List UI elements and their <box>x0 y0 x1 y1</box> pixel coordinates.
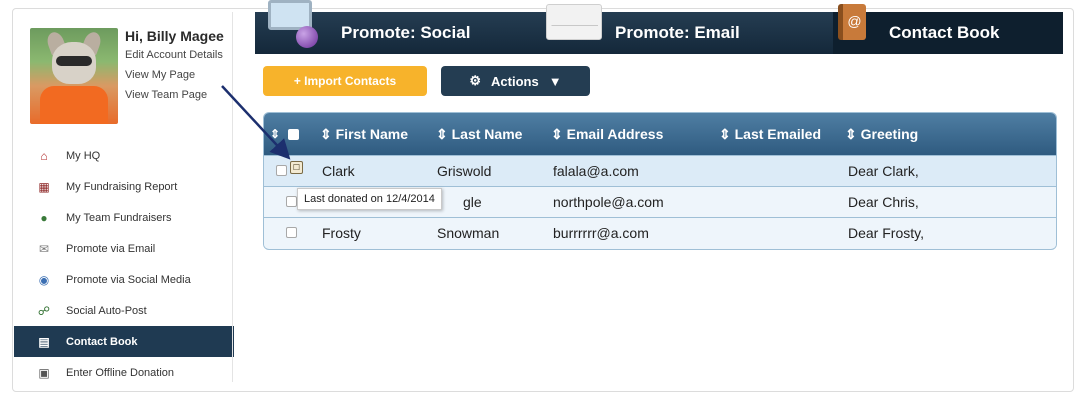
tab-label: Promote: Email <box>615 23 740 42</box>
table-row[interactable]: Frosty Snowman burrrrrr@a.com Dear Frost… <box>264 217 1056 248</box>
house-icon: ⌂ <box>40 148 48 163</box>
column-header-greeting[interactable]: ⇕ Greeting <box>845 113 918 155</box>
sidebar-item-label: Enter Offline Donation <box>66 366 175 379</box>
column-header-label: Last Name <box>451 126 523 142</box>
sidebar-item-fundraising-report[interactable]: ▦ My Fundraising Report <box>14 171 234 202</box>
sidebar-item-label: Promote via Social Media <box>66 273 191 286</box>
tab-promote-social[interactable]: Promote: Social <box>341 12 541 54</box>
sidebar-item-contact-book[interactable]: ▤ Contact Book <box>14 326 234 357</box>
sidebar-item-label: My HQ <box>66 149 101 162</box>
tab-label: Promote: Social <box>341 23 471 42</box>
dog-glasses <box>56 56 92 66</box>
sidebar-item-label: Social Auto-Post <box>66 304 147 317</box>
column-header-last-emailed[interactable]: ⇕ Last Emailed <box>719 113 821 155</box>
edit-account-link[interactable]: Edit Account Details <box>125 49 223 61</box>
row-checkbox[interactable] <box>286 227 297 238</box>
sidebar-item-promote-email[interactable]: ✉ Promote via Email <box>14 233 234 264</box>
sidebar-divider <box>232 12 233 382</box>
row-checkbox[interactable] <box>286 196 297 207</box>
cell-greeting: Dear Clark, <box>848 163 919 179</box>
column-header-label: Greeting <box>860 126 919 142</box>
view-my-page-link[interactable]: View My Page <box>125 69 195 81</box>
sidebar-item-team-fundraisers[interactable]: ● My Team Fundraisers <box>14 202 234 233</box>
tab-contact-book[interactable]: Contact Book <box>833 12 1063 54</box>
sidebar-item-label: Promote via Email <box>66 242 156 255</box>
cash-register-icon: ▣ <box>38 365 50 380</box>
donation-calendar-icon[interactable]: ☐ <box>290 161 303 174</box>
sidebar-item-label: My Team Fundraisers <box>66 211 172 224</box>
cell-first-name: Clark <box>322 163 355 179</box>
table-row[interactable]: Clark Griswold falala@a.com Dear Clark, <box>264 155 1056 186</box>
sidebar: Hi, Billy Magee Edit Account Details Vie… <box>14 12 234 388</box>
row-checkbox[interactable] <box>276 165 287 176</box>
sidebar-item-promote-social[interactable]: ◉ Promote via Social Media <box>14 264 234 295</box>
globe-icon: ◉ <box>38 272 50 287</box>
column-header-first-name[interactable]: ⇕ First Name <box>320 113 408 155</box>
cell-email: northpole@a.com <box>553 194 664 210</box>
avatar[interactable] <box>30 28 118 124</box>
import-contacts-button[interactable]: + Import Contacts <box>263 66 427 96</box>
gear-icon: ⚙ <box>469 73 482 88</box>
cell-last-name: gle <box>463 194 482 210</box>
tab-promote-email[interactable]: Promote: Email <box>615 12 815 54</box>
sidebar-item-offline-donation[interactable]: ▣ Enter Offline Donation <box>14 357 234 388</box>
select-all-checkbox[interactable] <box>288 129 299 140</box>
actions-label: Actions <box>491 73 539 89</box>
chevron-down-icon: ▼ <box>548 73 562 89</box>
address-book-icon: ▤ <box>38 334 50 349</box>
column-header-last-name[interactable]: ⇕ Last Name <box>436 113 522 155</box>
cell-email: falala@a.com <box>553 163 639 179</box>
donation-tooltip: Last donated on 12/4/2014 <box>297 188 442 210</box>
envelope-icon: ✉ <box>38 241 50 256</box>
actions-dropdown-button[interactable]: ⚙ Actions ▼ <box>441 66 590 96</box>
team-icon: ● <box>40 210 48 225</box>
report-icon: ▦ <box>38 179 50 194</box>
tab-label: Contact Book <box>889 23 1000 42</box>
promo-tab-bar: Promote: Social Promote: Email Contact B… <box>255 12 1063 54</box>
sidebar-nav: ⌂ My HQ ▦ My Fundraising Report ● My Tea… <box>14 140 234 388</box>
sidebar-item-label: My Fundraising Report <box>66 180 178 193</box>
share-icon: ☍ <box>37 303 51 318</box>
dog-shirt <box>40 86 108 124</box>
view-team-page-link[interactable]: View Team Page <box>125 89 207 101</box>
envelope-icon <box>546 4 602 40</box>
user-greeting: Hi, Billy Magee <box>125 28 224 44</box>
cell-last-name: Griswold <box>437 163 492 179</box>
sidebar-item-social-auto-post[interactable]: ☍ Social Auto-Post <box>14 295 234 326</box>
sidebar-item-my-hq[interactable]: ⌂ My HQ <box>14 140 234 171</box>
address-book-icon: @ <box>838 4 866 40</box>
cell-greeting: Dear Frosty, <box>848 225 924 241</box>
contacts-table: ⇕ ⇕ First Name ⇕ Last Name ⇕ Email Addre… <box>263 112 1057 250</box>
column-header-email[interactable]: ⇕ Email Address <box>551 113 663 155</box>
sidebar-item-label: Contact Book <box>66 335 138 348</box>
table-header-row: ⇕ ⇕ First Name ⇕ Last Name ⇕ Email Addre… <box>264 113 1056 155</box>
cell-first-name: Frosty <box>322 225 361 241</box>
cell-last-name: Snowman <box>437 225 500 241</box>
column-header-label: First Name <box>335 126 408 142</box>
sort-icon[interactable]: ⇕ <box>270 113 280 155</box>
social-orb-icon <box>296 26 318 48</box>
cell-email: burrrrrr@a.com <box>553 225 649 241</box>
import-contacts-label: + Import Contacts <box>293 74 397 88</box>
column-header-label: Last Emailed <box>734 126 821 142</box>
cell-greeting: Dear Chris, <box>848 194 919 210</box>
column-header-label: Email Address <box>566 126 664 142</box>
